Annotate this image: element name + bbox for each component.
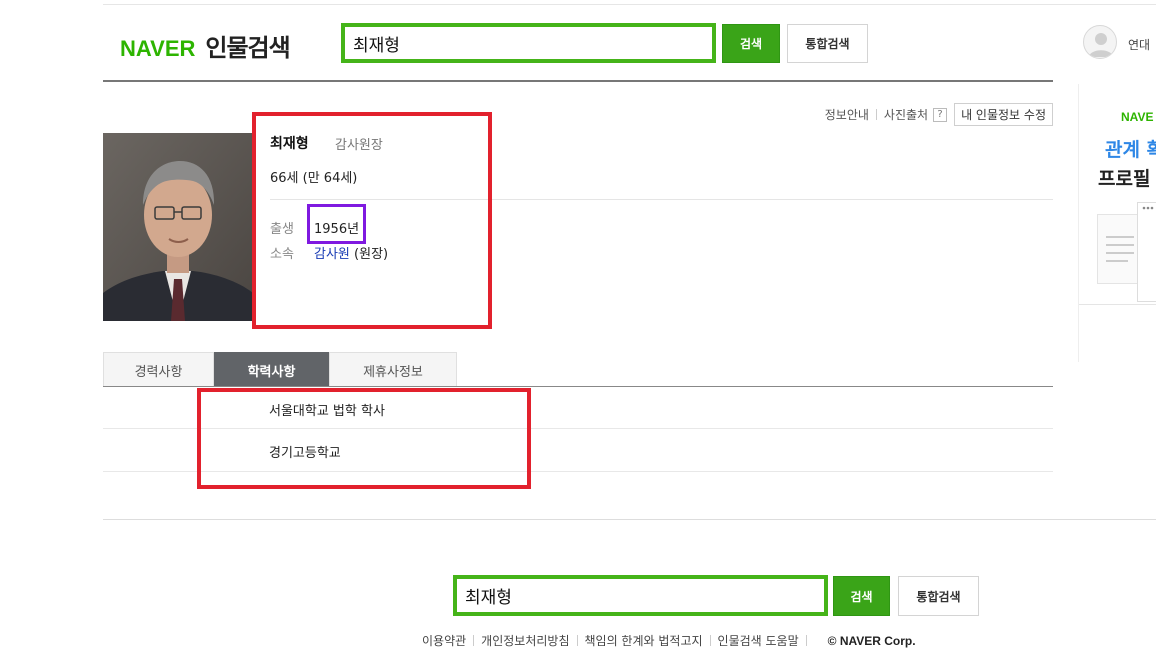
tabs-divider	[103, 386, 1053, 387]
header-divider	[103, 80, 1053, 82]
education-highlight-box	[197, 388, 531, 489]
tab-bar: 경력사항 학력사항 제휴사정보	[103, 352, 457, 387]
profile-highlight-box	[252, 112, 492, 329]
help-icon[interactable]: ?	[933, 107, 948, 122]
footer: 이용약관 개인정보처리방침 책임의 한계와 법적고지 인물검색 도움말 © NA…	[422, 632, 916, 649]
separator	[576, 635, 578, 646]
naver-people-search-logo[interactable]: NAVER 인물검색	[120, 28, 291, 63]
info-links: 정보안내 사진출처 ? 내 인물정보 수정	[825, 103, 1053, 126]
footer-link-help[interactable]: 인물검색 도움말	[718, 632, 799, 649]
top-search-box	[341, 23, 716, 63]
user-name-label[interactable]: 연대	[1128, 36, 1150, 53]
separator	[875, 109, 877, 120]
top-border	[103, 4, 1156, 5]
footer-link-disclaimer[interactable]: 책임의 한계와 법적고지	[585, 632, 703, 649]
separator	[709, 635, 711, 646]
footer-link-privacy[interactable]: 개인정보처리방침	[481, 632, 569, 649]
bottom-search-input[interactable]	[457, 579, 824, 612]
top-search-input[interactable]	[345, 27, 712, 59]
people-search-title: 인물검색	[205, 34, 290, 62]
card-illustration-icon	[1137, 202, 1156, 302]
naver-logo-text: NAVER	[120, 36, 196, 61]
tab-career[interactable]: 경력사항	[103, 352, 214, 387]
bottom-search-box	[453, 575, 828, 616]
sidebar-title: 관계 확	[1105, 139, 1156, 161]
tab-partner-info[interactable]: 제휴사정보	[329, 352, 457, 387]
info-guide-link[interactable]: 정보안내	[825, 106, 869, 123]
birth-year-highlight-box	[307, 204, 366, 244]
separator	[805, 635, 807, 646]
profile-photo	[103, 133, 253, 321]
separator	[473, 635, 475, 646]
sidebar-subtitle: 프로필	[1098, 168, 1151, 190]
sidebar-brand: NAVE	[1121, 110, 1154, 124]
tab-education[interactable]: 학력사항	[214, 352, 329, 387]
user-avatar-icon[interactable]	[1083, 25, 1117, 59]
sidebar-divider	[1079, 304, 1156, 305]
top-search-button[interactable]: 검색	[722, 24, 780, 63]
edit-my-info-button[interactable]: 내 인물정보 수정	[954, 103, 1053, 126]
bottom-total-search-button[interactable]: 통합검색	[898, 576, 979, 616]
footer-link-terms[interactable]: 이용약관	[422, 632, 466, 649]
top-total-search-button[interactable]: 통합검색	[787, 24, 868, 63]
copyright: © NAVER Corp.	[827, 633, 916, 648]
bottom-search-button[interactable]: 검색	[833, 576, 890, 616]
photo-source-link[interactable]: 사진출처	[884, 106, 928, 123]
right-sidebar-banner[interactable]: NAVE 관계 확 프로필	[1078, 84, 1156, 362]
content-bottom-divider	[103, 519, 1156, 520]
